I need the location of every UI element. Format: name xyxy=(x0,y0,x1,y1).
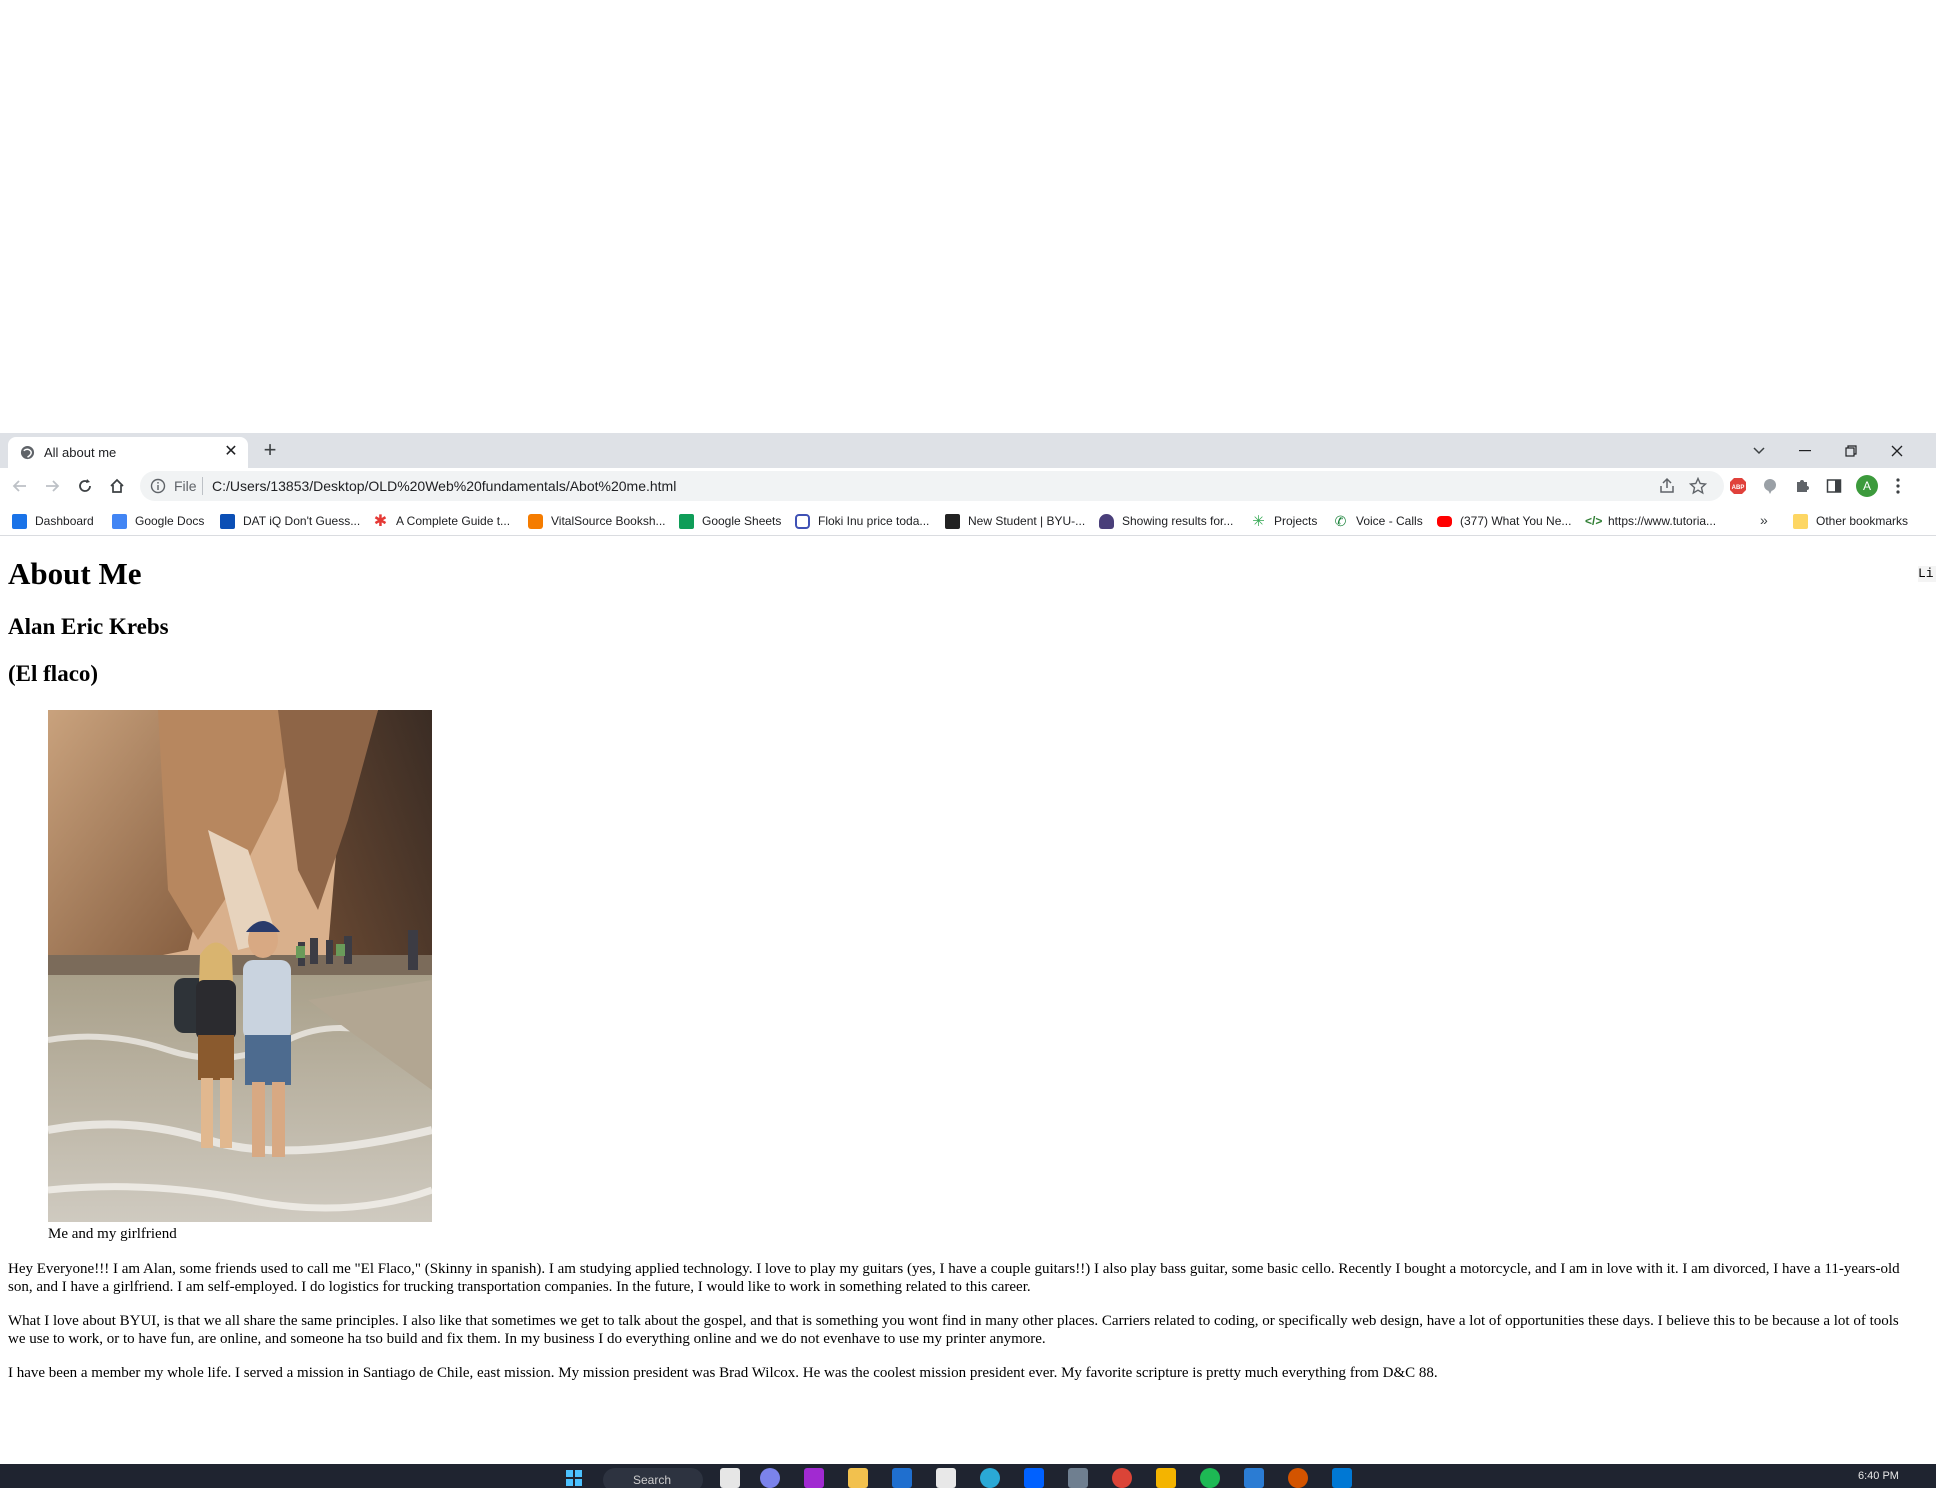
folder-icon xyxy=(1793,513,1808,529)
forward-arrow-icon[interactable] xyxy=(38,472,66,500)
phone-icon: ✆ xyxy=(1334,512,1347,529)
bookmarks-bar: Dashboard Google Docs DAT iQ Don't Guess… xyxy=(0,504,1936,536)
page-title: About Me xyxy=(8,556,142,591)
browser-toolbar: File C:/Users/13853/Desktop/OLD%20Web%20… xyxy=(0,468,1936,504)
browser-window: All about me ✕ + File C:/Users/13853/Des… xyxy=(0,433,1936,536)
name-heading: Alan Eric Krebs xyxy=(8,614,169,639)
bookmark-item[interactable]: Google Docs xyxy=(112,512,204,530)
other-bookmarks[interactable]: Other bookmarks xyxy=(1793,512,1908,530)
vscode-icon[interactable] xyxy=(1332,1468,1352,1488)
profile-avatar[interactable]: A xyxy=(1856,475,1878,497)
docs-icon xyxy=(112,513,127,529)
side-panel-icon[interactable] xyxy=(1824,476,1844,496)
reload-icon[interactable] xyxy=(71,472,99,500)
chrome-icon[interactable] xyxy=(1112,1468,1132,1488)
bookmark-item[interactable]: ✆ Voice - Calls xyxy=(1333,512,1423,530)
nickname-heading: (El flaco) xyxy=(8,661,99,686)
bookmark-item[interactable]: (377) What You Ne... xyxy=(1437,512,1571,530)
edge-overflow-text: Li xyxy=(1918,566,1936,582)
photos-icon[interactable] xyxy=(1156,1468,1176,1488)
url-separator xyxy=(202,477,203,495)
more-menu-icon[interactable] xyxy=(1888,476,1908,496)
membership-paragraph: I have been a member my whole life. I se… xyxy=(8,1365,1438,1381)
store-icon[interactable] xyxy=(936,1468,956,1488)
bookmark-item[interactable]: Floki Inu price toda... xyxy=(795,512,929,530)
asterisk-icon: ✱ xyxy=(373,512,388,530)
tab-title: All about me xyxy=(44,445,117,460)
calculator-icon[interactable] xyxy=(1068,1468,1088,1488)
task-view-icon[interactable] xyxy=(720,1468,740,1488)
tab-all-about-me[interactable]: All about me ✕ xyxy=(8,437,248,468)
taskbar: Search 6:40 PM xyxy=(0,1464,1936,1488)
restore-button[interactable] xyxy=(1828,433,1874,468)
home-icon[interactable] xyxy=(103,472,131,500)
bookmark-item[interactable]: VitalSource Booksh... xyxy=(528,512,666,530)
outlook-icon[interactable] xyxy=(1244,1468,1264,1488)
photo-caption: Me and my girlfriend xyxy=(48,1226,177,1242)
byu-icon xyxy=(945,513,960,529)
dashboard-icon xyxy=(12,513,27,529)
tab-strip: All about me ✕ + xyxy=(0,433,1936,468)
bookmark-item[interactable]: New Student | BYU-... xyxy=(945,512,1085,530)
globe-icon xyxy=(20,445,35,460)
bookmark-item[interactable]: Dashboard xyxy=(12,512,94,530)
intro-paragraph: Hey Everyone!!! I am Alan, some friends … xyxy=(8,1261,1900,1295)
file-explorer-icon[interactable] xyxy=(848,1468,868,1488)
minimize-button[interactable] xyxy=(1782,433,1828,468)
url-text[interactable]: C:/Users/13853/Desktop/OLD%20Web%20funda… xyxy=(212,478,676,494)
web-page-content: About Me Alan Eric Krebs (El flaco) Me a… xyxy=(0,536,1920,1464)
bookmark-item[interactable]: Showing results for... xyxy=(1099,512,1233,530)
new-tab-button[interactable]: + xyxy=(258,439,282,463)
bookmark-item[interactable]: ✳ Projects xyxy=(1251,512,1317,530)
code-icon: </> xyxy=(1585,513,1603,528)
taskbar-clock: 6:40 PM xyxy=(1858,1470,1899,1482)
cortana-icon[interactable] xyxy=(980,1468,1000,1488)
wolf-icon xyxy=(1099,513,1114,529)
address-bar[interactable]: File C:/Users/13853/Desktop/OLD%20Web%20… xyxy=(140,471,1724,501)
tab-close-icon[interactable]: ✕ xyxy=(222,443,240,461)
teams-icon[interactable] xyxy=(760,1468,780,1488)
share-icon[interactable] xyxy=(1658,477,1676,495)
bookmark-item[interactable]: </> https://www.tutoria... xyxy=(1585,512,1716,530)
dat-icon xyxy=(220,513,235,529)
media-player-icon[interactable] xyxy=(1288,1468,1308,1488)
svg-text:ABP: ABP xyxy=(1732,485,1745,491)
url-scheme-label: File xyxy=(174,478,197,494)
bookmark-item[interactable]: ✱ A Complete Guide t... xyxy=(373,512,510,530)
vitalsource-icon xyxy=(528,513,543,529)
dropbox-icon[interactable] xyxy=(1024,1468,1044,1488)
bookmark-item[interactable]: Google Sheets xyxy=(679,512,781,530)
mail-icon[interactable] xyxy=(892,1468,912,1488)
spotify-icon[interactable] xyxy=(1200,1468,1220,1488)
sheets-icon xyxy=(679,513,694,529)
jetbrains-icon[interactable] xyxy=(804,1468,824,1488)
bookmark-star-icon[interactable] xyxy=(1689,477,1707,495)
tab-search-chevron-icon[interactable] xyxy=(1736,433,1782,468)
windows-start-icon[interactable] xyxy=(564,1468,584,1488)
bookmarks-overflow-icon[interactable]: » xyxy=(1760,512,1768,528)
youtube-icon xyxy=(1437,515,1452,527)
projects-icon: ✳ xyxy=(1252,512,1265,530)
taskbar-search[interactable]: Search xyxy=(603,1468,703,1488)
back-arrow-icon[interactable] xyxy=(6,472,34,500)
couple-photo xyxy=(48,710,432,1222)
extensions-puzzle-icon[interactable] xyxy=(1792,476,1812,496)
bookmark-item[interactable]: DAT iQ Don't Guess... xyxy=(220,512,360,530)
byui-paragraph: What I love about BYUI, is that we all s… xyxy=(8,1313,1899,1347)
info-icon[interactable] xyxy=(150,478,166,494)
speech-bubble-icon[interactable] xyxy=(1760,476,1780,496)
adblock-icon[interactable]: ABP xyxy=(1728,476,1748,496)
coin-icon xyxy=(795,513,810,529)
close-window-button[interactable] xyxy=(1874,433,1920,468)
